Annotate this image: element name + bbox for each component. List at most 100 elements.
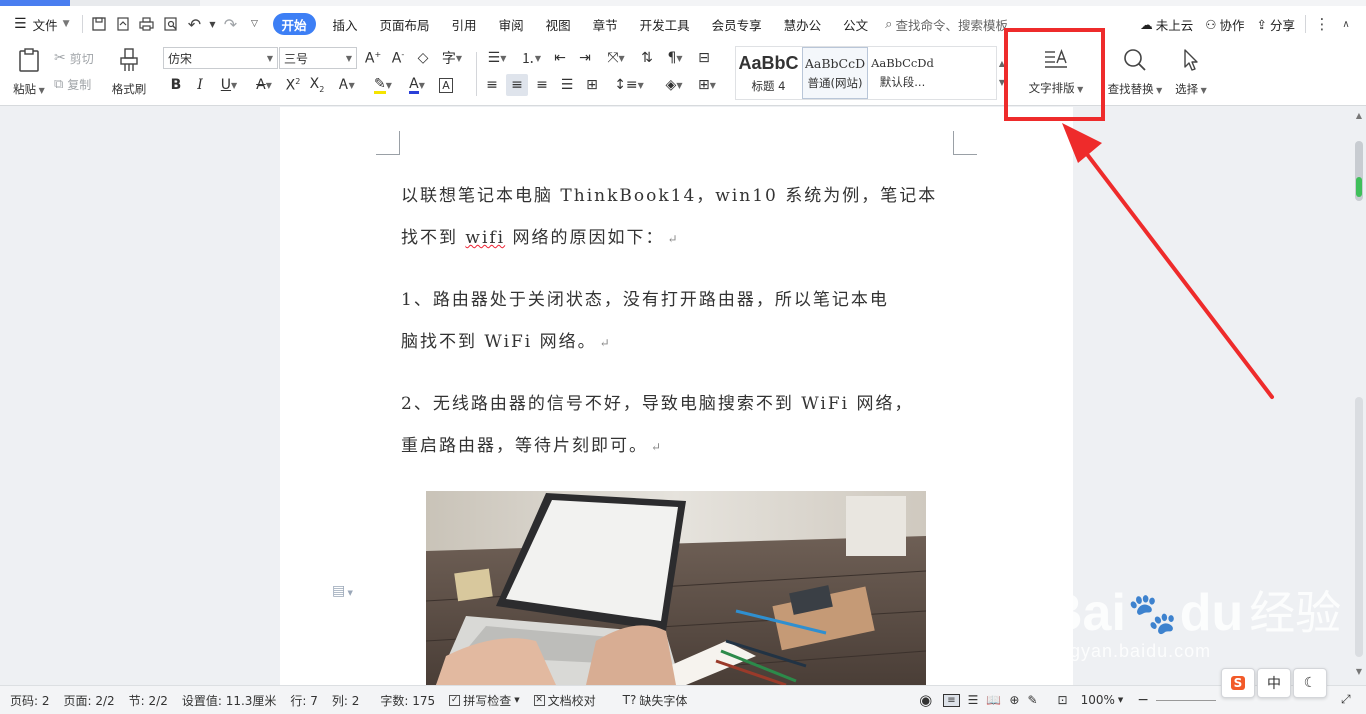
cut-button[interactable]: ✂ 剪切 <box>54 48 94 68</box>
zoom-slider[interactable] <box>1156 699 1216 701</box>
strikethrough-button[interactable]: A ▼ <box>250 74 278 96</box>
increase-font-button[interactable]: A+ <box>363 48 383 68</box>
document-paragraph-3[interactable]: 2、无线路由器的信号不好，导致电脑搜索不到 WiFi 网络， 重启路由器，等待片… <box>401 383 951 468</box>
ime-sogou-icon[interactable]: S <box>1221 668 1255 698</box>
style-option-2[interactable]: AaBbCcDd 默认段... <box>868 47 938 99</box>
distribute-button[interactable]: ⊞ <box>582 74 602 96</box>
status-page-number[interactable]: 页码: 2 <box>0 692 57 709</box>
subscript-button[interactable]: X2 <box>307 74 327 96</box>
save-icon[interactable] <box>87 6 111 42</box>
char-border-button[interactable]: A <box>436 74 456 96</box>
tab-10[interactable]: 公文 <box>832 6 879 42</box>
writing-mode-icon[interactable]: ✎ <box>1023 693 1041 707</box>
redo-icon[interactable]: ↷ <box>219 6 243 42</box>
justify-button[interactable]: ☰ <box>557 74 577 96</box>
font-color-button[interactable]: A ▼ <box>403 74 431 96</box>
copy-button[interactable]: ⧉ 复制 <box>54 74 91 94</box>
spell-check-button[interactable]: ✓ 拼写检查 ▼ <box>442 692 526 709</box>
find-replace-button[interactable]: 查找替换 ▼ <box>1106 46 1164 98</box>
scroll-down-arrow[interactable]: ▼ <box>1352 667 1366 676</box>
text-effect-button[interactable]: Ꭺ ▼ <box>333 74 361 96</box>
export-pdf-icon[interactable] <box>111 6 135 42</box>
increase-indent-button[interactable]: ⇥ <box>575 48 595 68</box>
search-command[interactable]: ⌕ 查找命令、搜索模板 <box>879 6 1014 42</box>
cloud-status[interactable]: ☁ 未上云 <box>1134 6 1199 42</box>
tab-4[interactable]: 审阅 <box>488 6 535 42</box>
share-button[interactable]: ⇪ 分享 <box>1251 6 1302 42</box>
show-marks-button[interactable]: ¶ ▼ <box>661 48 689 68</box>
paste-button[interactable]: 粘贴 ▼ <box>10 46 48 98</box>
align-right-button[interactable]: ≡ <box>532 74 552 96</box>
align-left-button[interactable]: ≡ <box>482 74 502 96</box>
bold-button[interactable]: B <box>166 74 186 96</box>
decrease-indent-button[interactable]: ⇤ <box>550 48 570 68</box>
document-paragraph-1[interactable]: 以联想笔记本电脑 ThinkBook14，win10 系统为例，笔记本 找不到 … <box>401 175 951 260</box>
print-icon[interactable] <box>135 6 159 42</box>
style-option-0[interactable]: AaBbC 标题 4 <box>736 47 802 99</box>
tab-6[interactable]: 章节 <box>582 6 629 42</box>
doc-proof-button[interactable]: ✕ 文档校对 <box>527 692 603 709</box>
chinese-layout-button[interactable]: ⤧ ▼ <box>601 48 631 68</box>
font-size-select[interactable]: 三号 ▼ <box>279 47 357 69</box>
select-button[interactable]: 选择 ▼ <box>1170 46 1212 98</box>
status-row[interactable]: 行: 7 <box>283 692 325 709</box>
spelling-error-word[interactable]: wifi <box>465 228 505 248</box>
status-setting-value[interactable]: 设置值: 11.3厘米 <box>175 692 284 709</box>
superscript-button[interactable]: X2 <box>283 74 303 96</box>
tab-9[interactable]: 慧办公 <box>773 6 833 42</box>
document-options-icon[interactable]: ▤ ▼ <box>332 583 353 599</box>
document-page[interactable]: 以联想笔记本电脑 ThinkBook14，win10 系统为例，笔记本 找不到 … <box>280 107 1073 685</box>
tab-5[interactable]: 视图 <box>535 6 582 42</box>
collab-button[interactable]: ⚇ 协作 <box>1199 6 1250 42</box>
format-painter-button[interactable]: 格式刷 <box>108 46 150 98</box>
vertical-scrollbar[interactable]: ▲ ▼ <box>1352 107 1366 685</box>
highlight-button[interactable]: ✎ ▼ <box>368 74 398 96</box>
status-column[interactable]: 列: 2 <box>325 692 367 709</box>
page-view-icon[interactable]: ≡ <box>939 693 963 707</box>
undo-dropdown-icon[interactable]: ▼ <box>207 6 219 42</box>
ruler-button[interactable]: ⊟ <box>694 48 714 68</box>
phonetic-button[interactable]: 字 ▼ <box>438 48 466 68</box>
fullscreen-icon[interactable]: ⤢ <box>1334 692 1358 707</box>
tab-7[interactable]: 开发工具 <box>629 6 701 42</box>
laptop-photo[interactable] <box>426 491 926 685</box>
decrease-font-button[interactable]: A- <box>388 48 408 68</box>
fit-page-icon[interactable]: ⊡ <box>1042 693 1074 707</box>
reading-view-icon[interactable]: 📖 <box>982 693 1005 707</box>
more-options-icon[interactable]: ⋮ <box>1310 6 1334 42</box>
tab-2[interactable]: 页面布局 <box>369 6 441 42</box>
clear-format-button[interactable]: ◇ <box>413 48 433 68</box>
outline-view-icon[interactable]: ☰ <box>964 693 983 707</box>
ime-language-toggle[interactable]: 中 <box>1257 668 1291 698</box>
collapse-ribbon-icon[interactable]: ∧ <box>1334 6 1358 42</box>
borders-button[interactable]: ⊞ ▼ <box>693 74 721 96</box>
underline-button[interactable]: U ▼ <box>214 74 244 96</box>
missing-font-button[interactable]: T? 缺失字体 <box>603 692 695 709</box>
status-word-count[interactable]: 字数: 175 <box>366 692 442 709</box>
shading-button[interactable]: ◈ ▼ <box>659 74 689 96</box>
tab-1[interactable]: 插入 <box>322 6 369 42</box>
eye-protection-icon[interactable]: ◉ <box>912 691 939 709</box>
tab-3[interactable]: 引用 <box>441 6 488 42</box>
font-name-select[interactable]: 仿宋 ▼ <box>163 47 278 69</box>
sort-button[interactable]: ⇅ <box>637 48 657 68</box>
tab-8[interactable]: 会员专享 <box>701 6 773 42</box>
undo-icon[interactable]: ↶ <box>183 6 207 42</box>
line-spacing-button[interactable]: ↕≡ ▼ <box>614 74 644 96</box>
status-pages[interactable]: 页面: 2/2 <box>57 692 122 709</box>
document-paragraph-2[interactable]: 1、路由器处于关闭状态，没有打开路由器，所以笔记本电 脑找不到 WiFi 网络。… <box>401 279 951 364</box>
status-section[interactable]: 节: 2/2 <box>122 692 175 709</box>
web-view-icon[interactable]: ⊕ <box>1005 693 1023 707</box>
italic-button[interactable]: I <box>190 74 210 96</box>
zoom-level[interactable]: 100% ▼ <box>1074 693 1131 707</box>
zoom-out-button[interactable]: − <box>1130 692 1156 708</box>
print-preview-icon[interactable] <box>159 6 183 42</box>
style-option-1[interactable]: AaBbCcD 普通(网站) <box>802 47 868 99</box>
align-center-button[interactable]: ≡ <box>506 74 528 96</box>
numbered-list-button[interactable]: ⒈ ▼ <box>516 48 546 68</box>
tab-0[interactable]: 开始 <box>272 13 316 35</box>
customize-toolbar-icon[interactable]: ▽ <box>243 6 267 42</box>
ime-moon-icon[interactable]: ☾ <box>1293 668 1327 698</box>
scroll-up-arrow[interactable]: ▲ <box>1352 111 1366 120</box>
file-menu[interactable]: ☰ 文件 ▼ <box>0 6 78 42</box>
